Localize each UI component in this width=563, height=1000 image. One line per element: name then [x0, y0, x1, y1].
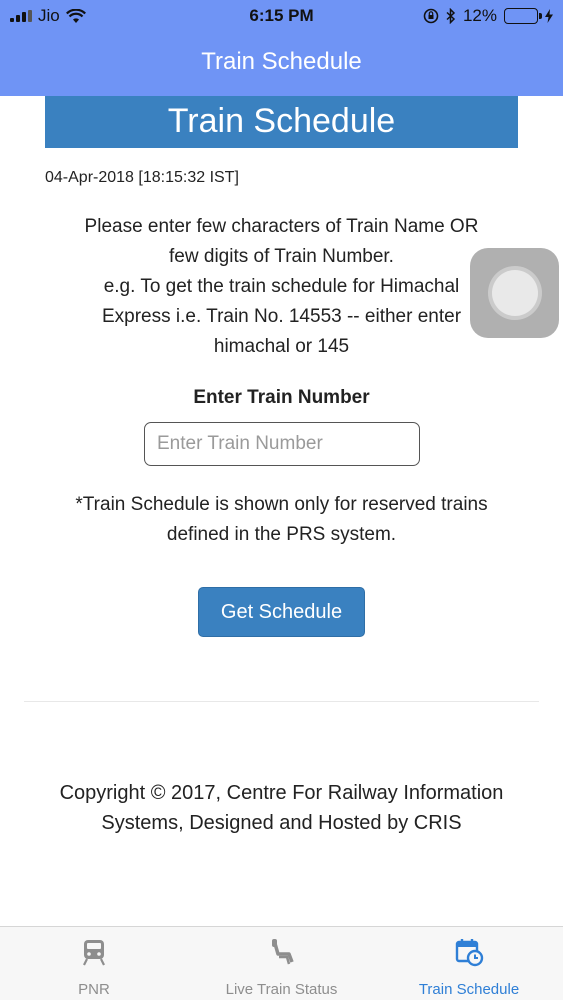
assistive-touch-button[interactable] — [470, 248, 559, 338]
bluetooth-icon — [446, 8, 456, 24]
train-number-label: Enter Train Number — [193, 387, 370, 408]
tab-label: Live Train Status — [225, 981, 338, 998]
battery-icon — [504, 8, 542, 24]
current-datetime: 04-Apr-2018 [18:15:32 IST] — [45, 169, 239, 186]
orientation-lock-icon — [423, 8, 439, 24]
train-number-input[interactable] — [144, 422, 420, 466]
seat-icon — [271, 939, 294, 965]
tab-label: PNR — [78, 981, 110, 998]
app-screen: Jio 6:15 PM 12% Train Schedule Train Sch… — [0, 0, 563, 1000]
tab-label: Train Schedule — [418, 981, 520, 998]
instructions-text: Please enter few characters of Train Nam… — [40, 212, 523, 362]
status-bar: Jio 6:15 PM 12% — [0, 0, 563, 34]
charging-icon — [545, 9, 553, 23]
tab-live-train-status[interactable]: Live Train Status — [188, 927, 375, 1000]
divider — [24, 701, 539, 702]
bottom-tab-bar: PNR Live Train Status Train Schedule — [0, 926, 563, 1000]
copyright-text: Copyright © 2017, Centre For Railway Inf… — [30, 778, 533, 838]
copyright-line: Systems, Designed and Hosted by CRIS — [101, 812, 462, 834]
note-line: defined in the PRS system. — [166, 524, 397, 545]
train-icon — [83, 940, 105, 966]
assistive-touch-dot — [492, 270, 538, 316]
calendar-clock-icon — [455, 939, 484, 967]
battery-percent: 12% — [462, 6, 497, 25]
page-title-banner: Train Schedule — [45, 96, 518, 148]
tab-pnr[interactable]: PNR — [0, 927, 188, 1000]
tab-train-schedule[interactable]: Train Schedule — [375, 927, 563, 1000]
get-schedule-button[interactable]: Get Schedule — [198, 587, 365, 637]
copyright-line: Copyright © 2017, Centre For Railway Inf… — [59, 782, 504, 804]
instructions-line: himachal or 145 — [213, 336, 350, 357]
instructions-line: few digits of Train Number. — [169, 246, 394, 267]
instructions-line: Express i.e. Train No. 14553 -- either e… — [101, 306, 462, 327]
instructions-line: e.g. To get the train schedule for Himac… — [103, 276, 460, 297]
note-line: *Train Schedule is shown only for reserv… — [75, 494, 488, 515]
top-bar: Jio 6:15 PM 12% Train Schedule — [0, 0, 563, 96]
status-right: 12% — [423, 6, 553, 26]
instructions-line: Please enter few characters of Train Nam… — [84, 216, 479, 237]
reserved-trains-note: *Train Schedule is shown only for reserv… — [40, 490, 523, 550]
nav-title: Train Schedule — [201, 48, 362, 75]
